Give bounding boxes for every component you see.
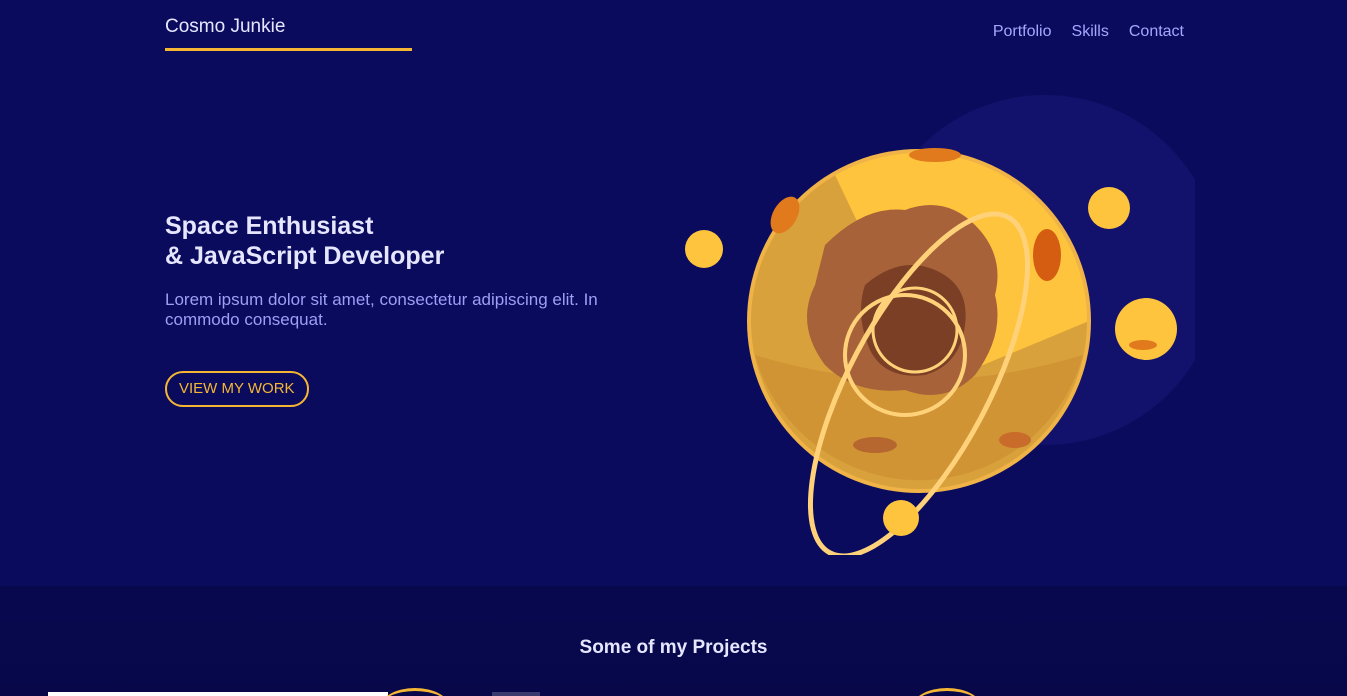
main-nav: Portfolio Skills Contact [993, 22, 1184, 42]
nav-link-skills[interactable]: Skills [1072, 22, 1109, 42]
view-my-work-button[interactable]: VIEW MY WORK [165, 371, 309, 407]
page: Cosmo Junkie Portfolio Skills Contact Sp… [0, 0, 1347, 696]
nav-link-portfolio[interactable]: Portfolio [993, 22, 1052, 42]
projects-title: Some of my Projects [579, 637, 768, 658]
planet-illustration [685, 95, 1195, 555]
brand-name: Cosmo Junkie [165, 16, 286, 37]
hero-title-line-2: & JavaScript Developer [165, 242, 445, 270]
project-card-edge-dark [492, 692, 540, 696]
hero-description: Lorem ipsum dolor sit amet, consectetur … [165, 290, 598, 329]
hero-title: Space Enthusiast & JavaScript Developer [165, 211, 645, 271]
hero-title-line-1: Space Enthusiast [165, 212, 374, 240]
brand-logo[interactable]: Cosmo Junkie [165, 15, 412, 51]
project-card-edge [48, 692, 388, 696]
nav-link-contact[interactable]: Contact [1129, 22, 1184, 42]
